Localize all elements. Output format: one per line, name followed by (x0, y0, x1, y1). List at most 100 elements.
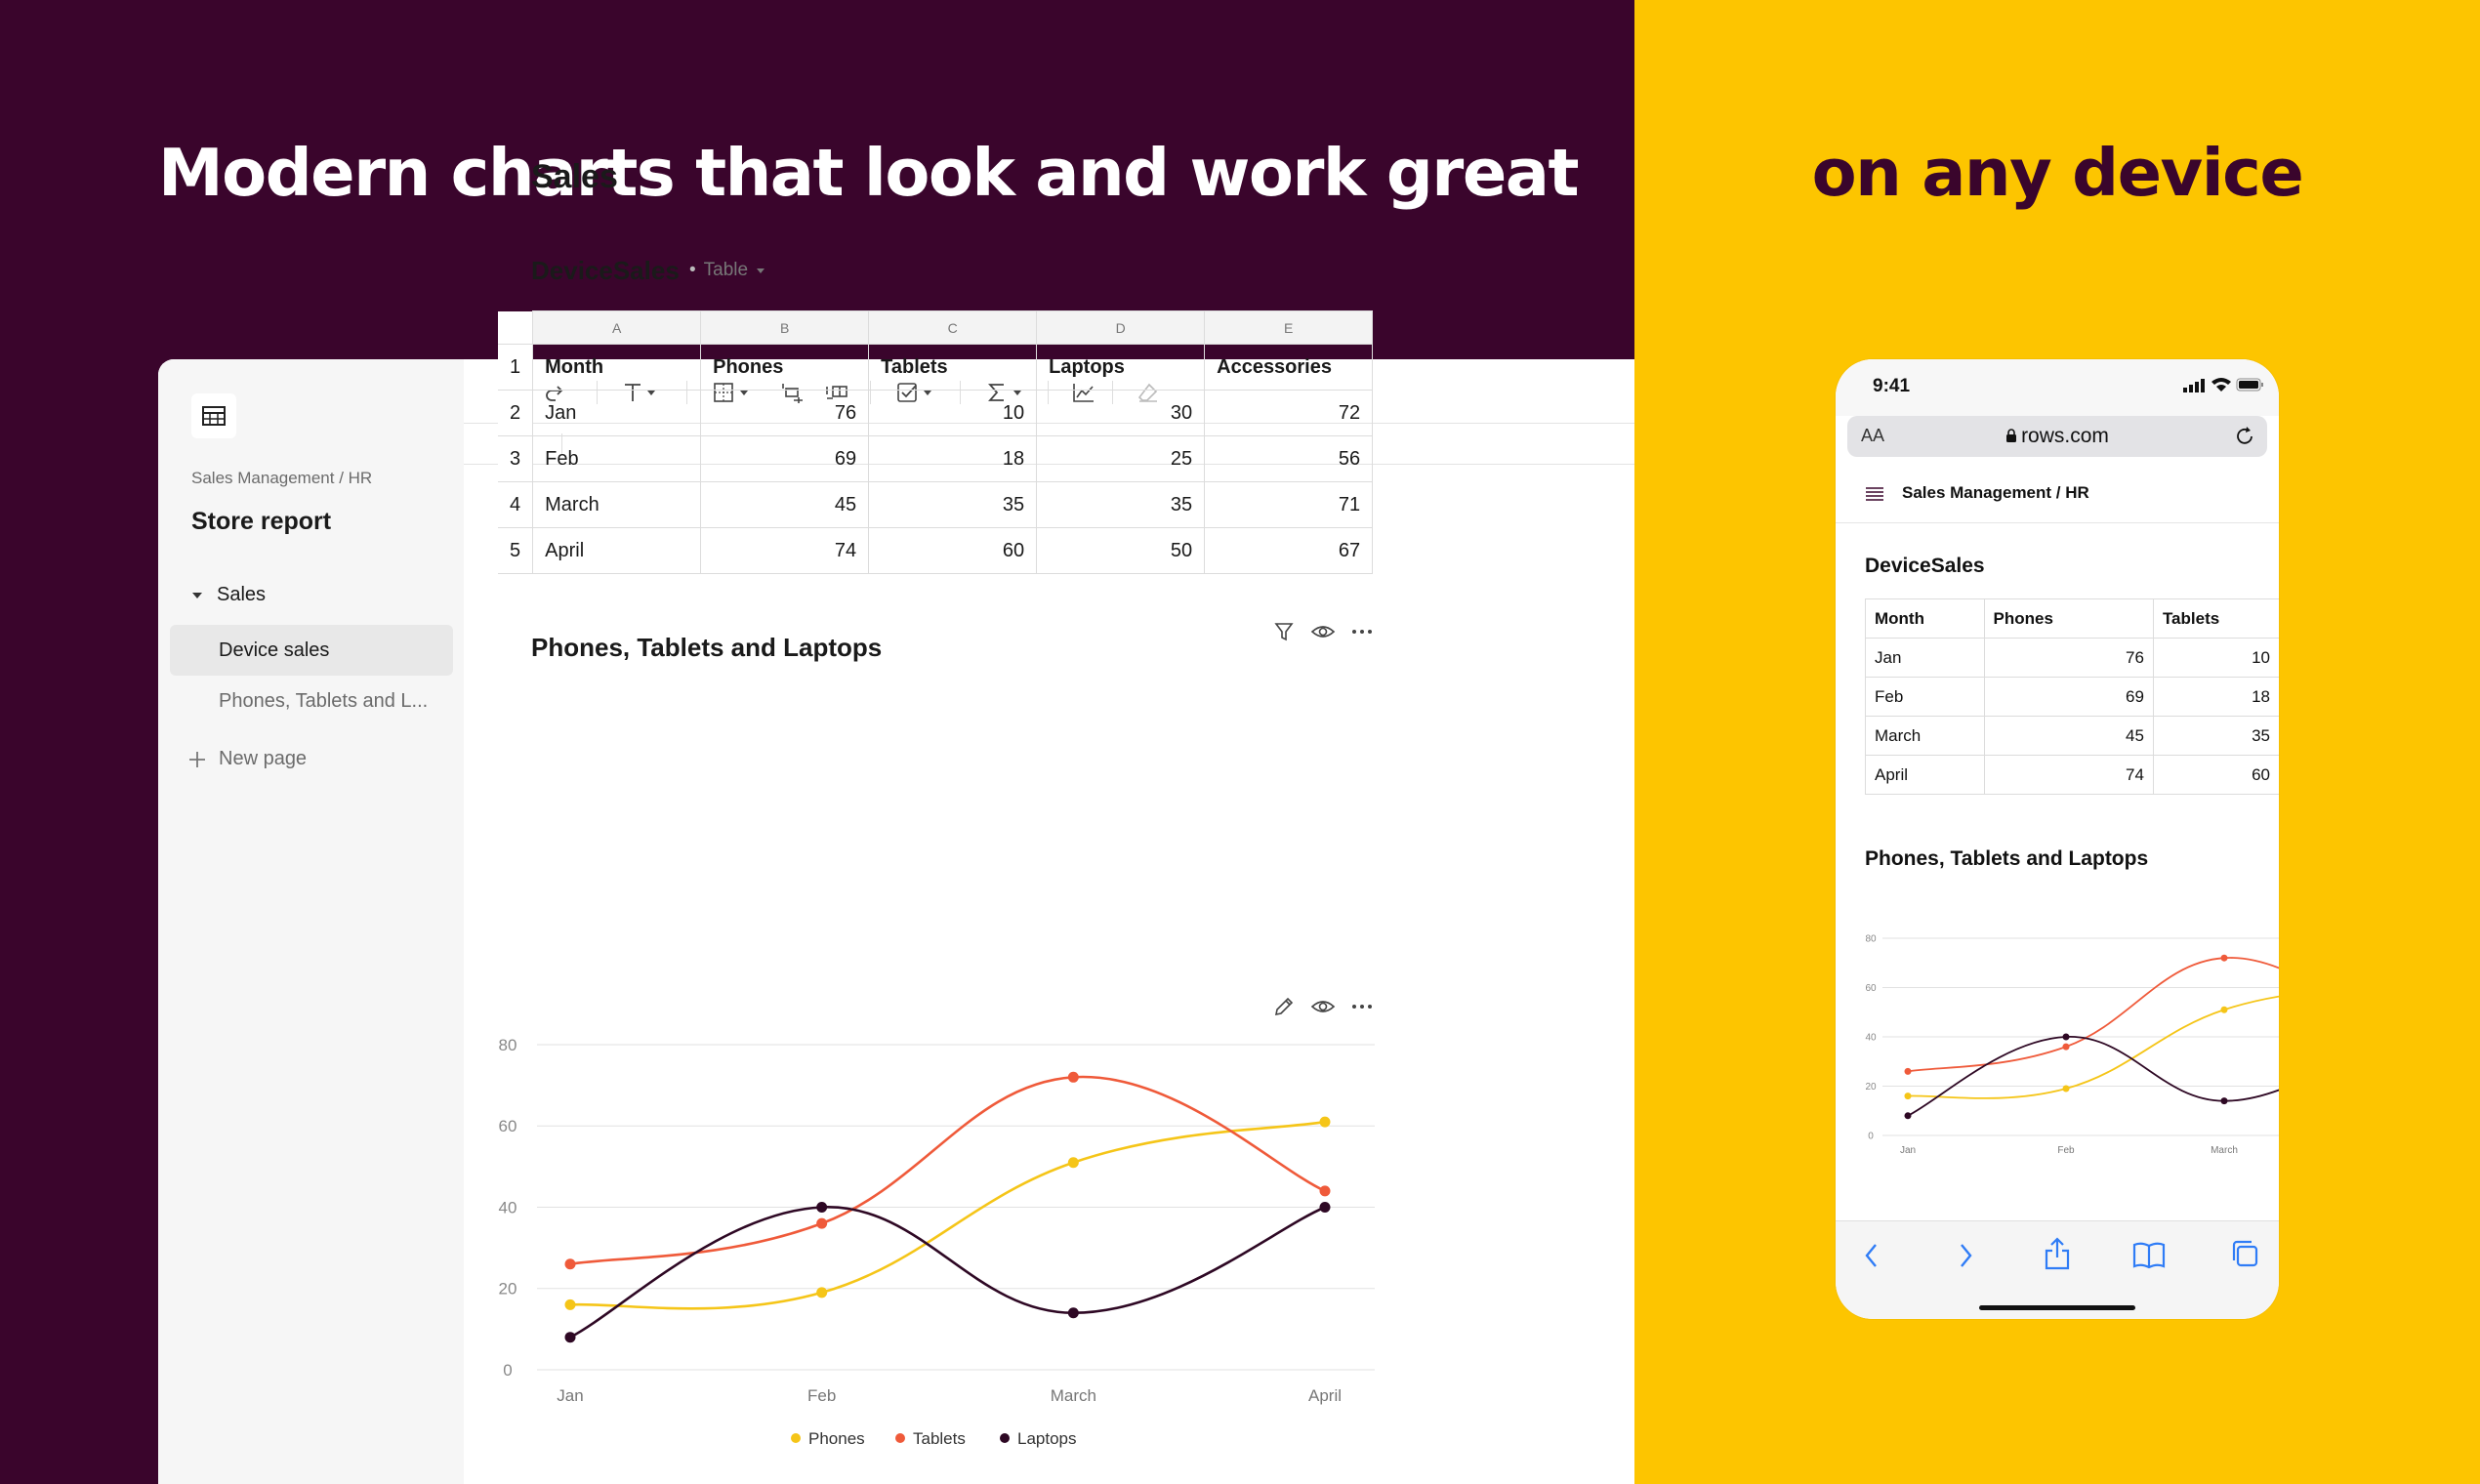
data-point-phones[interactable] (2062, 1085, 2070, 1092)
table-cell[interactable]: Feb (1865, 677, 1985, 717)
column-header-b[interactable]: B (700, 310, 870, 345)
tabs-icon[interactable] (2230, 1239, 2259, 1268)
table-cell[interactable]: 45 (1983, 716, 2154, 756)
more-options-icon[interactable] (1347, 992, 1377, 1021)
table-cell[interactable]: 56 (1204, 435, 1374, 482)
table-cell[interactable]: 18 (2152, 677, 2279, 717)
data-point-tablets[interactable] (2062, 1043, 2070, 1051)
table-cell[interactable]: 67 (1204, 527, 1374, 574)
table-cell[interactable]: 25 (1036, 435, 1206, 482)
data-point-tablets[interactable] (816, 1217, 828, 1229)
table-cell[interactable]: Phones (1983, 598, 2154, 639)
table-cell[interactable]: Jan (1865, 638, 1985, 678)
table-cell[interactable]: 35 (868, 481, 1038, 528)
table-cell[interactable]: Tablets (2152, 598, 2279, 639)
data-point-tablets[interactable] (2220, 954, 2228, 962)
table-cell[interactable]: Laptops (1036, 344, 1206, 391)
table-cell[interactable]: 76 (700, 390, 870, 436)
data-point-laptops[interactable] (2062, 1033, 2070, 1041)
table-cell[interactable]: 60 (868, 527, 1038, 574)
legend-label[interactable]: Tablets (913, 1429, 966, 1448)
breadcrumb[interactable]: Sales Management / HR (191, 469, 372, 488)
table-logo-icon[interactable] (191, 393, 236, 438)
data-point-tablets[interactable] (564, 1258, 576, 1270)
reload-icon[interactable] (2234, 426, 2255, 447)
back-icon[interactable] (1861, 1241, 1882, 1270)
table-cell[interactable]: 35 (1036, 481, 1206, 528)
table-cell[interactable]: 69 (1983, 677, 2154, 717)
data-point-laptops[interactable] (2220, 1097, 2228, 1105)
table-cell[interactable]: Tablets (868, 344, 1038, 391)
table-cell[interactable]: 10 (2152, 638, 2279, 678)
table-cell[interactable]: April (532, 527, 702, 574)
menu-icon[interactable] (1865, 486, 1884, 502)
table-cell[interactable]: 45 (700, 481, 870, 528)
table-cell[interactable]: Feb (532, 435, 702, 482)
table-cell[interactable]: April (1865, 755, 1985, 795)
table-cell[interactable]: 71 (1204, 481, 1374, 528)
data-point-phones[interactable] (1319, 1116, 1331, 1128)
data-point-phones[interactable] (2220, 1006, 2228, 1013)
forward-icon[interactable] (1955, 1241, 1976, 1270)
data-point-laptops[interactable] (1904, 1112, 1912, 1120)
table-cell[interactable]: March (532, 481, 702, 528)
sidebar-item-phones-tablets[interactable]: Phones, Tablets and L... (170, 676, 453, 726)
more-options-icon[interactable] (1347, 617, 1377, 646)
visibility-icon[interactable] (1308, 617, 1338, 646)
table-view-dropdown[interactable]: • Table (689, 260, 765, 281)
data-point-phones[interactable] (1067, 1157, 1079, 1169)
table-cell[interactable]: 72 (1204, 390, 1374, 436)
table-cell[interactable]: Month (1865, 598, 1985, 639)
data-point-phones[interactable] (564, 1298, 576, 1310)
visibility-icon[interactable] (1308, 992, 1338, 1021)
table-cell[interactable]: 10 (868, 390, 1038, 436)
data-point-tablets[interactable] (1067, 1071, 1079, 1083)
data-point-laptops[interactable] (1067, 1307, 1079, 1319)
table-cell[interactable]: Accessories (1204, 344, 1374, 391)
column-header-d[interactable]: D (1036, 310, 1206, 345)
bookmarks-icon[interactable] (2132, 1241, 2166, 1270)
table-cell[interactable]: 76 (1983, 638, 2154, 678)
table-cell[interactable]: 18 (868, 435, 1038, 482)
data-point-tablets[interactable] (1319, 1185, 1331, 1197)
table-cell[interactable]: Jan (532, 390, 702, 436)
table-cell[interactable]: 69 (700, 435, 870, 482)
phone-table-title: DeviceSales (1865, 555, 1985, 577)
table-cell[interactable]: Phones (700, 344, 870, 391)
row-number[interactable]: 2 (498, 390, 534, 436)
sidebar-section-sales[interactable]: Sales (191, 584, 266, 606)
row-number[interactable]: 4 (498, 481, 534, 528)
data-point-laptops[interactable] (564, 1332, 576, 1343)
edit-pencil-icon[interactable] (1269, 992, 1299, 1021)
legend-label[interactable]: Phones (808, 1429, 865, 1448)
table-cell[interactable]: 50 (1036, 527, 1206, 574)
table-cell[interactable]: 74 (700, 527, 870, 574)
data-point-laptops[interactable] (1319, 1202, 1331, 1213)
table-cell[interactable]: 60 (2152, 755, 2279, 795)
row-number[interactable]: 5 (498, 527, 534, 574)
table-cell[interactable]: 30 (1036, 390, 1206, 436)
data-point-phones[interactable] (1904, 1092, 1912, 1100)
row-number[interactable]: 1 (498, 344, 534, 391)
phone-url-bar[interactable]: AA rows.com (1847, 416, 2267, 457)
new-page-button[interactable]: New page (187, 748, 307, 770)
column-header-e[interactable]: E (1204, 310, 1374, 345)
share-icon[interactable] (2043, 1237, 2072, 1270)
caret-down-icon (192, 592, 202, 598)
data-point-tablets[interactable] (1904, 1067, 1912, 1075)
column-header-a[interactable]: A (532, 310, 702, 345)
filter-icon[interactable] (1269, 617, 1299, 646)
table-cell[interactable]: 74 (1983, 755, 2154, 795)
table-cell[interactable]: Month (532, 344, 702, 391)
table-cell[interactable]: March (1865, 716, 1985, 756)
table-row: Month Phones Tablets (1865, 598, 2279, 639)
data-point-laptops[interactable] (816, 1202, 828, 1213)
table-title[interactable]: DeviceSales (531, 256, 680, 286)
column-header-c[interactable]: C (868, 310, 1038, 345)
table-cell[interactable]: 35 (2152, 716, 2279, 756)
phone-url[interactable]: rows.com (1847, 425, 2267, 448)
row-number[interactable]: 3 (498, 435, 534, 482)
data-point-phones[interactable] (816, 1287, 828, 1298)
sidebar-item-device-sales[interactable]: Device sales (170, 625, 453, 676)
legend-label[interactable]: Laptops (1017, 1429, 1077, 1448)
